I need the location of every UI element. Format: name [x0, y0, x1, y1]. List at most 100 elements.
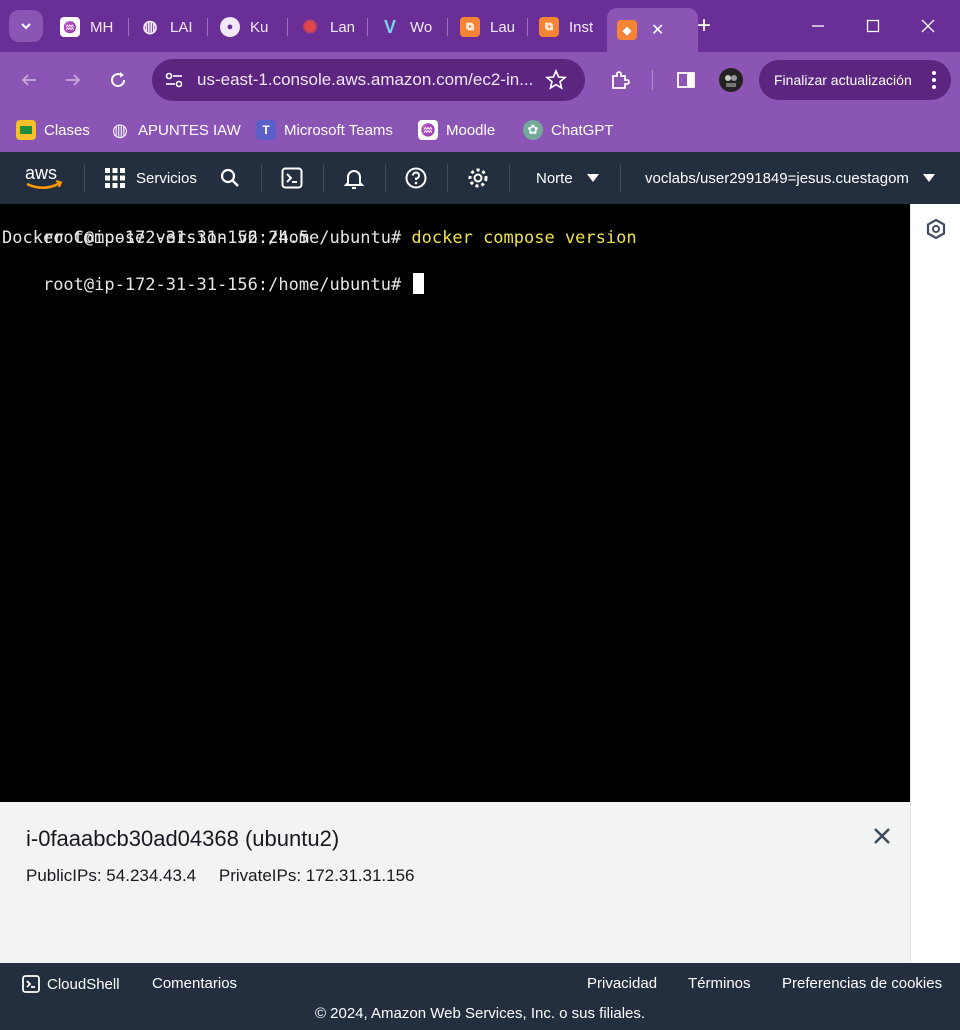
- settings-button[interactable]: [467, 152, 489, 204]
- bookmark-clases[interactable]: Clases: [16, 118, 90, 142]
- close-icon: [874, 828, 890, 844]
- profile-avatar[interactable]: [717, 66, 745, 94]
- bookmarks-bar: Clases ◍ APUNTES IAW T Microsoft Teams ♒…: [0, 108, 960, 152]
- aws-logo-icon: aws: [25, 163, 63, 189]
- avatar-icon: [719, 68, 743, 92]
- reload-button[interactable]: [104, 66, 132, 94]
- bell-icon: [343, 170, 365, 189]
- grid-icon: [105, 168, 125, 188]
- instance-title: i-0faaabcb30ad04368 (ubuntu2): [26, 826, 340, 851]
- browser-tab[interactable]: ✺ Lan: [300, 12, 354, 42]
- forward-button[interactable]: [59, 66, 87, 94]
- instance-info-panel: i-0faaabcb30ad04368 (ubuntu2) PublicIPs:…: [0, 802, 910, 963]
- caret-down-icon: [922, 174, 935, 182]
- account-menu[interactable]: voclabs/user2991849=jesus.cuestagom: [645, 152, 935, 204]
- reload-icon: [111, 72, 126, 88]
- terminal-cursor: [413, 273, 425, 294]
- moodle-icon: ♒: [60, 17, 80, 37]
- copyright-text: © 2024, Amazon Web Services, Inc. o sus …: [314, 1005, 646, 1022]
- finish-update-label: Finalizar actualización: [774, 72, 912, 88]
- browser-tab[interactable]: ⧉ Inst: [539, 12, 593, 42]
- privacy-link[interactable]: Privacidad: [587, 975, 657, 992]
- public-ips: PublicIPs: 54.234.43.4: [26, 866, 197, 885]
- search-button[interactable]: [220, 152, 240, 204]
- close-tab-icon[interactable]: ✕: [651, 20, 664, 40]
- url-text: us-east-1.console.aws.amazon.com/ec2-in.…: [197, 70, 534, 89]
- aws-console-header: aws Servicios Norte voclabs/user2991849=…: [0, 152, 960, 204]
- minimize-icon: [812, 25, 824, 27]
- cloudshell-button[interactable]: [281, 152, 303, 204]
- bookmark-apuntes-iaw[interactable]: ◍ APUNTES IAW: [110, 118, 241, 142]
- browser-tab[interactable]: ● Ku: [220, 12, 274, 42]
- notifications-button[interactable]: [343, 152, 365, 204]
- arrow-right-icon: [66, 74, 81, 86]
- extensions-button[interactable]: [606, 66, 634, 94]
- browser-tab-strip: ♒ MH ◍ LAI ● Ku ✺ Lan V Wo ⧉ Lau ⧉ Inst …: [0, 0, 960, 52]
- terminal-icon: [281, 167, 303, 189]
- browser-tab[interactable]: ♒ MH: [60, 12, 116, 42]
- arrow-left-icon: [21, 74, 36, 86]
- help-button[interactable]: [405, 152, 427, 204]
- vercel-icon: V: [383, 16, 396, 37]
- moodle-icon: ♒: [418, 120, 438, 140]
- bookmark-star-icon[interactable]: [545, 69, 567, 91]
- region-selector[interactable]: Norte: [536, 152, 599, 204]
- browser-tab[interactable]: ⧉ Lau: [460, 12, 514, 42]
- aws-instances-icon: ⧉: [539, 17, 559, 37]
- close-window-button[interactable]: [906, 10, 950, 42]
- bookmark-moodle[interactable]: ♒ Moodle: [418, 118, 495, 142]
- site-settings-icon[interactable]: [164, 71, 184, 89]
- instance-ips: PublicIPs: 54.234.43.4 PrivateIPs: 172.3…: [26, 866, 433, 886]
- cloudshell-link[interactable]: CloudShell: [22, 975, 120, 993]
- bookmark-chatgpt[interactable]: ✿ ChatGPT: [523, 118, 614, 142]
- side-panel-icon: [677, 72, 695, 88]
- maximize-icon: [866, 19, 880, 33]
- feedback-link[interactable]: Comentarios: [152, 975, 237, 992]
- right-side-panel: [910, 204, 960, 963]
- canvas-icon: ✺: [302, 16, 318, 37]
- browser-toolbar: us-east-1.console.aws.amazon.com/ec2-in.…: [0, 52, 960, 108]
- terminal-console[interactable]: root@ip-172-31-31-156:/home/ubuntu# dock…: [0, 204, 910, 802]
- private-ips: PrivateIPs: 172.31.31.156: [218, 866, 415, 885]
- chatgpt-icon: ✿: [523, 120, 543, 140]
- globe-icon: ◍: [112, 119, 128, 140]
- classroom-icon: [16, 120, 36, 140]
- terminal-prompt: root@ip-172-31-31-156:/home/ubuntu#: [42, 275, 412, 295]
- terminal-icon: [22, 975, 40, 993]
- close-icon: [921, 19, 935, 33]
- puzzle-icon: [612, 71, 630, 89]
- side-panel-button[interactable]: [672, 66, 700, 94]
- chevron-down-icon: [21, 23, 31, 30]
- search-icon: [220, 168, 239, 187]
- teams-icon: T: [256, 120, 276, 140]
- terminal-line: root@ip-172-31-31-156:/home/ubuntu#: [2, 250, 425, 320]
- minimize-button[interactable]: [796, 10, 840, 42]
- github-icon: ●: [220, 17, 240, 37]
- address-bar[interactable]: us-east-1.console.aws.amazon.com/ec2-in.…: [152, 59, 585, 101]
- services-menu[interactable]: Servicios: [104, 152, 197, 204]
- close-panel-button[interactable]: [868, 822, 896, 850]
- aws-instances-icon: ⧉: [460, 17, 480, 37]
- terminal-command: docker compose version: [411, 228, 637, 248]
- more-vert-icon[interactable]: [931, 68, 937, 92]
- tab-search-button[interactable]: [9, 10, 43, 42]
- browser-tab-active[interactable]: ◆ ✕: [607, 8, 698, 52]
- bookmark-microsoft-teams[interactable]: T Microsoft Teams: [256, 118, 393, 142]
- hexagon-settings-icon[interactable]: [925, 218, 947, 240]
- new-tab-button[interactable]: +: [692, 12, 716, 40]
- help-icon: [405, 167, 427, 189]
- browser-tab[interactable]: ◍ LAI: [140, 12, 195, 42]
- terms-link[interactable]: Términos: [688, 975, 751, 992]
- globe-icon: ◍: [142, 17, 158, 36]
- gear-icon: [468, 168, 488, 188]
- caret-down-icon: [586, 174, 599, 182]
- cookie-preferences-link[interactable]: Preferencias de cookies: [782, 975, 942, 992]
- maximize-button[interactable]: [851, 10, 895, 42]
- back-button[interactable]: [15, 66, 43, 94]
- finish-update-button[interactable]: Finalizar actualización: [759, 60, 951, 100]
- browser-tab[interactable]: V Wo: [380, 12, 434, 42]
- terminal-output: Docker Compose version v2.24.5: [2, 228, 310, 248]
- aws-cube-icon: ◆: [617, 20, 637, 40]
- aws-footer: CloudShell Comentarios Privacidad Términ…: [0, 963, 960, 1030]
- aws-logo[interactable]: aws: [24, 152, 64, 204]
